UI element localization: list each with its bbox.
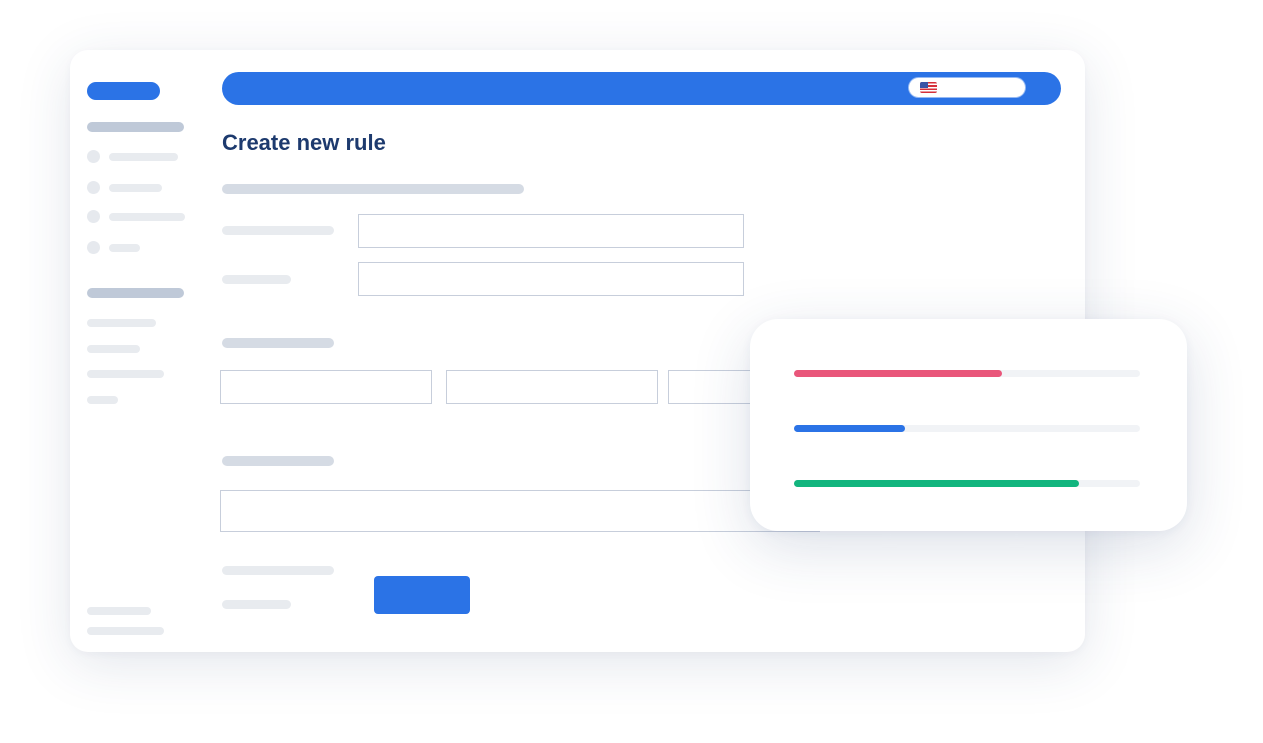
flag-canton — [920, 82, 928, 88]
field-label — [222, 566, 334, 575]
submit-button[interactable] — [374, 576, 470, 614]
sidebar-item-bullet-icon — [87, 210, 100, 223]
sidebar-item-label — [109, 184, 162, 192]
sidebar-item-bullet-icon — [87, 241, 100, 254]
sidebar-logo[interactable] — [87, 82, 160, 100]
sidebar-link[interactable] — [87, 345, 140, 353]
text-input[interactable] — [358, 262, 744, 296]
text-input[interactable] — [358, 214, 744, 248]
sidebar-item-bullet-icon — [87, 150, 100, 163]
sidebar-section-heading — [87, 288, 184, 298]
sidebar-item[interactable] — [87, 210, 187, 224]
sidebar-item-bullet-icon — [87, 181, 100, 194]
progress-track — [794, 425, 1140, 432]
progress-track — [794, 480, 1140, 487]
text-input[interactable] — [446, 370, 658, 404]
progress-fill-blue — [794, 425, 905, 432]
progress-card — [750, 319, 1187, 531]
page-title: Create new rule — [222, 130, 386, 155]
section-label — [222, 338, 334, 348]
sidebar-item-label — [109, 244, 140, 252]
text-input[interactable] — [220, 370, 432, 404]
progress-fill-green — [794, 480, 1080, 487]
sidebar-item[interactable] — [87, 150, 187, 164]
field-label — [222, 600, 291, 609]
sidebar-footer-link[interactable] — [87, 607, 151, 615]
progress-fill-red — [794, 370, 1002, 377]
language-selector[interactable] — [909, 78, 1025, 97]
us-flag-icon — [920, 82, 937, 93]
sidebar-link[interactable] — [87, 319, 156, 327]
sidebar-item[interactable] — [87, 241, 187, 255]
sidebar-item-label — [109, 153, 178, 161]
wide-text-input[interactable] — [220, 490, 820, 532]
sidebar-footer-link[interactable] — [87, 627, 164, 635]
sidebar — [70, 50, 200, 652]
field-label — [222, 226, 334, 235]
sidebar-item-label — [109, 213, 185, 221]
section-label — [222, 456, 334, 466]
sidebar-link[interactable] — [87, 370, 164, 378]
sidebar-section-heading — [87, 122, 184, 132]
field-label — [222, 275, 291, 284]
sidebar-item[interactable] — [87, 181, 187, 195]
progress-track — [794, 370, 1140, 377]
form-description — [222, 184, 524, 194]
sidebar-link[interactable] — [87, 396, 118, 404]
